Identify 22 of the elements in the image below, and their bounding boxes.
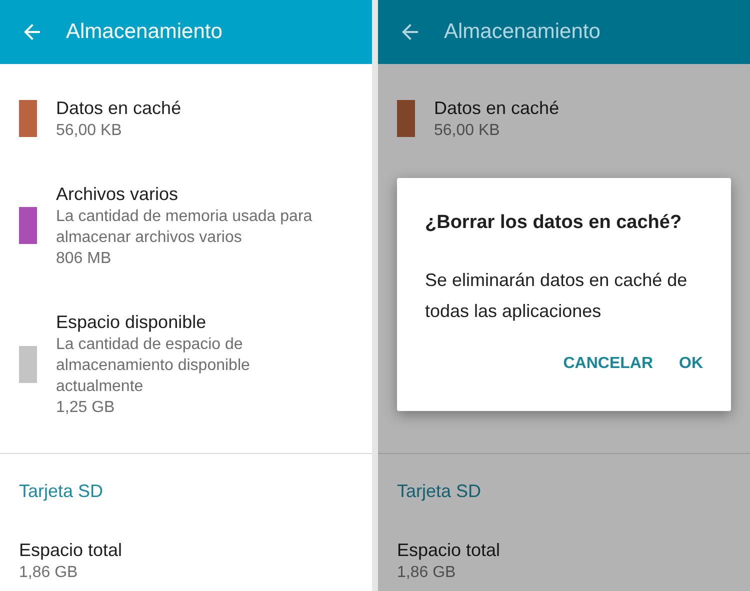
- item-title: Archivos varios: [56, 183, 180, 206]
- item-title: Espacio disponible: [56, 311, 208, 334]
- screen-title: Almacenamiento: [444, 20, 600, 44]
- item-title: Espacio total: [19, 539, 124, 562]
- screen-title: Almacenamiento: [66, 20, 222, 44]
- item-detail: 56,00 KB: [434, 121, 501, 141]
- item-detail: 56,00 KB: [56, 121, 123, 141]
- dialog-button[interactable]: CANCELAR: [555, 349, 661, 379]
- item-detail: La cantidad de memoria usada para almacenar archivos varios: [56, 207, 314, 248]
- item-detail: 1,25 GB: [56, 398, 116, 418]
- item-detail: La cantidad de espacio de almacenamiento disponible actualmente: [56, 335, 251, 397]
- item-title: Espacio total: [397, 539, 502, 562]
- section-header: Tarjeta SD: [396, 480, 482, 503]
- section-header: Tarjeta SD: [18, 480, 104, 503]
- dialog-message: Se eliminarán datos en caché de todas las aplicaciones: [425, 269, 688, 323]
- item-detail: 1,86 GB: [397, 563, 457, 583]
- item-detail: 1,86 GB: [19, 563, 79, 583]
- dialog-button[interactable]: OK: [671, 349, 711, 379]
- item-title: Datos en caché: [56, 97, 182, 120]
- dialog-title: ¿Borrar los datos en caché?: [425, 211, 683, 235]
- item-title: Datos en caché: [434, 97, 560, 120]
- item-detail: 806 MB: [56, 249, 112, 269]
